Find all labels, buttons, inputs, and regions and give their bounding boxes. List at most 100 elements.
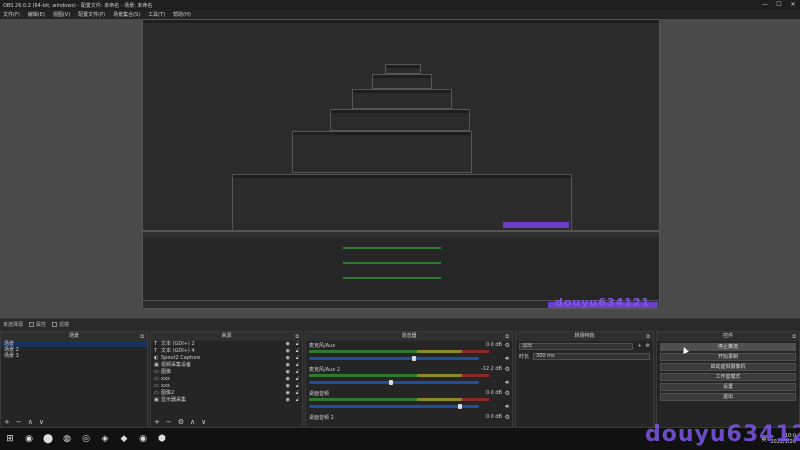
lock-icon[interactable]: 🔓︎ [296, 362, 299, 369]
obs-icon[interactable]: ◎ [80, 433, 92, 445]
steam-icon[interactable]: ◉ [23, 433, 35, 445]
transition-type-select[interactable]: 淡出 [519, 342, 634, 350]
maximize-button[interactable]: ☐ [772, 0, 786, 10]
mixer-channel: 桌面音频 0.0 dB ⚙ 🔊︎ [306, 389, 512, 413]
remove-source-button[interactable]: − [166, 417, 172, 427]
move-scene-up-button[interactable]: ∧ [28, 417, 33, 427]
transitions-dock: 转场特效 ⧉ 淡出 + ⚙ 时长 300 ms [515, 331, 654, 428]
preview-canvas[interactable]: douyu634121 [0, 19, 800, 318]
source-item[interactable]: ▣ 显示器采集 ◉ 🔓︎ [151, 397, 302, 404]
app-icon[interactable]: ⬤ [42, 433, 54, 445]
lock-icon[interactable]: 🔓︎ [296, 348, 299, 355]
add-scene-button[interactable]: + [4, 417, 10, 427]
source-item[interactable]: ▭ 图像 ◉ 🔓︎ [151, 369, 302, 376]
source-item[interactable]: ▭ xxx ◉ 🔓︎ [151, 383, 302, 390]
app-icon[interactable]: ⬢ [156, 433, 168, 445]
lock-icon[interactable]: 🔓︎ [296, 390, 299, 397]
source-properties-button[interactable]: ⚙ [178, 417, 184, 427]
channel-db: 0.0 dB [485, 414, 502, 420]
speaker-icon[interactable]: 🔊︎ [505, 355, 509, 363]
filters-button[interactable]: 滤镜 [52, 321, 69, 328]
lock-icon[interactable]: 🔓︎ [296, 341, 299, 348]
eye-icon[interactable]: ◉ [286, 390, 290, 397]
speaker-icon[interactable]: 🔊︎ [505, 403, 509, 411]
image-source-icon: ▭ [154, 383, 159, 389]
menu-profile[interactable]: 配置文件(P) [78, 11, 105, 18]
exit-button[interactable]: 退出 [660, 393, 796, 401]
menu-edit[interactable]: 编辑(E) [28, 11, 45, 18]
menu-file[interactable]: 文件(F) [3, 11, 20, 18]
eye-icon[interactable]: ◉ [286, 348, 290, 355]
preview-watermark: douyu634121 [555, 296, 651, 309]
source-item[interactable]: T 文本 (GDI+) 2 ◉ 🔓︎ [151, 341, 302, 348]
source-item[interactable]: ◐ Spout2 Capture ◉ 🔓︎ [151, 355, 302, 362]
recursive-capture-6 [372, 74, 432, 89]
remove-scene-button[interactable]: − [16, 417, 22, 427]
lock-icon[interactable]: 🔓︎ [296, 383, 299, 390]
eye-icon[interactable]: ◉ [286, 376, 290, 383]
image-source-icon: ▭ [154, 369, 159, 375]
menu-help[interactable]: 帮助(H) [173, 11, 191, 18]
move-source-up-button[interactable]: ∧ [190, 417, 195, 427]
speaker-icon[interactable]: 🔊︎ [505, 379, 509, 387]
minimize-button[interactable]: — [758, 0, 772, 10]
app-icon[interactable]: ◆ [118, 433, 130, 445]
lock-icon[interactable]: 🔓︎ [296, 369, 299, 376]
slider-knob[interactable] [388, 380, 393, 385]
move-source-down-button[interactable]: ∨ [201, 417, 206, 427]
gear-icon[interactable]: ⚙ [505, 414, 510, 421]
eye-icon[interactable]: ◉ [286, 397, 290, 404]
source-item[interactable]: T 文本 (GDI+) 4 ◉ 🔓︎ [151, 348, 302, 355]
gear-icon[interactable]: ⚙ [505, 390, 510, 397]
scenes-header: 场景 ⧉ [1, 332, 147, 341]
app-icon[interactable]: ◈ [99, 433, 111, 445]
source-item[interactable]: ▭ xxx ◉ 🔓︎ [151, 376, 302, 383]
scene-item[interactable]: 场景 3 [1, 353, 147, 359]
slider-knob[interactable] [411, 356, 416, 361]
source-item[interactable]: ▣ 视频采集设备 ◉ 🔓︎ [151, 362, 302, 369]
gear-icon[interactable]: ⚙ [505, 342, 510, 349]
channel-name: 麦克风/Aux [309, 343, 336, 349]
scenes-list: 场景 场景 2 场景 3 [1, 341, 147, 417]
add-transition-icon[interactable]: + [637, 343, 641, 349]
recursive-capture-2 [232, 174, 572, 231]
duration-input[interactable]: 300 ms [533, 352, 650, 360]
mixer-channel: 麦克风/Aux 2 -12.2 dB ⚙ 🔊︎ [306, 365, 512, 389]
eye-icon[interactable]: ◉ [286, 362, 290, 369]
studio-mode-button[interactable]: 工作室模式 [660, 373, 796, 381]
stop-streaming-button[interactable]: 停止推流 [660, 343, 796, 351]
eye-icon[interactable]: ◉ [286, 383, 290, 390]
window-titlebar: OBS 26.0.2 (64-bit, windows) - 配置文件: 未命名… [0, 0, 800, 10]
properties-button[interactable]: 属性 [29, 321, 46, 328]
eye-icon[interactable]: ◉ [286, 341, 290, 348]
volume-slider[interactable] [309, 404, 479, 409]
app-icon[interactable]: ◉ [137, 433, 149, 445]
start-menu-icon[interactable]: ⊞ [4, 433, 16, 445]
controls-header: 控件 ⧉ [657, 332, 799, 341]
volume-slider[interactable] [309, 356, 479, 361]
menu-tools[interactable]: 工具(T) [148, 11, 165, 18]
slider-knob[interactable] [458, 404, 463, 409]
source-item[interactable]: ▭ 图像2 ◉ 🔓︎ [151, 390, 302, 397]
eye-icon[interactable]: ◉ [286, 369, 290, 376]
menu-view[interactable]: 视图(V) [53, 11, 70, 18]
firefox-icon[interactable]: ◍ [61, 433, 73, 445]
gear-icon[interactable]: ⚙ [505, 366, 510, 373]
eye-icon[interactable]: ◉ [286, 355, 290, 362]
move-scene-down-button[interactable]: ∨ [39, 417, 44, 427]
text-source-icon: T [154, 341, 158, 347]
gear-icon[interactable]: ⚙ [646, 343, 650, 349]
settings-button[interactable]: 设置 [660, 383, 796, 391]
lock-icon[interactable]: 🔓︎ [296, 376, 299, 383]
add-source-button[interactable]: + [154, 417, 160, 427]
volume-slider[interactable] [309, 380, 479, 385]
lock-icon[interactable]: 🔓︎ [296, 355, 299, 362]
watermark: douyu634121 [645, 422, 800, 447]
menu-scene-collection[interactable]: 场景集合(S) [113, 11, 140, 18]
start-recording-button[interactable]: 开始录制 [660, 353, 796, 361]
start-virtual-camera-button[interactable]: 启动虚拟摄像机 [660, 363, 796, 371]
close-button[interactable]: ✕ [786, 0, 800, 10]
transition-type-row: 淡出 + ⚙ [516, 341, 653, 351]
transitions-body: 淡出 + ⚙ 时长 300 ms [516, 341, 653, 417]
lock-icon[interactable]: 🔓︎ [296, 397, 299, 404]
